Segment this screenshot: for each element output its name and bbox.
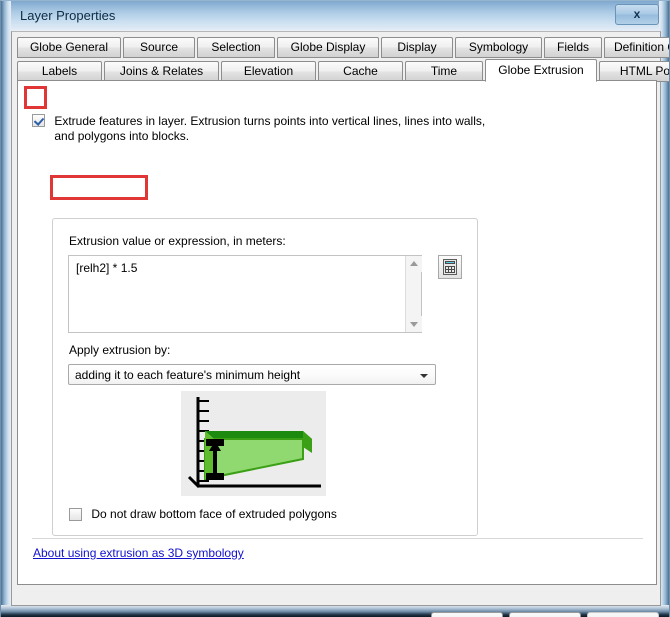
tab-definition-query[interactable]: Definition Query [604,37,669,58]
extrusion-value-label: Extrusion value or expression, in meters… [69,234,286,248]
tab-globe-display[interactable]: Globe Display [277,37,379,58]
no-bottom-face-row[interactable]: Do not draw bottom face of extruded poly… [69,507,337,522]
tab-globe-extrusion[interactable]: Globe Extrusion [485,59,597,82]
tab-symbology[interactable]: Symbology [455,37,542,58]
tab-fields[interactable]: Fields [544,37,602,58]
scroll-down-arrow-icon[interactable] [406,316,422,332]
dialog-client-area: Globe General Source Selection Globe Displa… [11,31,669,617]
cancel-button[interactable]: Cancel [509,612,581,617]
tab-joins-relates[interactable]: Joins & Relates [104,61,219,82]
extrusion-preview-illustration [181,391,326,496]
calculator-icon [443,259,457,275]
apply-extrusion-by-value: adding it to each feature's minimum heig… [75,368,301,382]
tab-source[interactable]: Source [123,37,195,58]
tab-display[interactable]: Display [381,37,453,58]
extrude-features-row[interactable]: Extrude features in layer. Extrusion tur… [32,114,632,144]
extrude-features-label: Extrude features in layer. Extrusion tur… [54,114,614,144]
ok-button[interactable]: OK [431,612,503,617]
tab-elevation[interactable]: Elevation [221,61,316,82]
extrusion-expression-value: [relh2] * 1.5 [76,261,138,275]
tab-page-globe-extrusion: Extrude features in layer. Extrusion tur… [17,80,657,585]
apply-extrusion-by-dropdown[interactable]: adding it to each feature's minimum heig… [68,364,436,385]
no-bottom-face-checkbox[interactable] [69,508,82,521]
window-frame-left [1,1,11,617]
tab-cache[interactable]: Cache [318,61,403,82]
tab-labels[interactable]: Labels [17,61,102,82]
no-bottom-face-label: Do not draw bottom face of extruded poly… [91,507,337,521]
tab-globe-general[interactable]: Globe General [17,37,121,58]
about-extrusion-help-link[interactable]: About using extrusion as 3D symbology [33,546,244,560]
chevron-down-icon [420,374,428,378]
tab-time[interactable]: Time [405,61,483,82]
extrude-features-checkbox[interactable] [32,114,45,127]
tab-row-1: Globe General Source Selection Globe Displa… [17,37,669,58]
tab-selection[interactable]: Selection [197,37,275,58]
extrusion-settings-group: Extrusion value or expression, in meters… [52,218,478,536]
calculator-button[interactable] [438,255,462,279]
tab-strip: Globe General Source Selection Globe Displa… [17,37,669,82]
dialog-window: Layer Properties x Globe General Source Se… [0,0,670,617]
expression-scrollbar[interactable] [405,256,422,332]
scroll-up-arrow-icon[interactable] [406,256,422,272]
close-icon[interactable]: x [615,4,659,25]
apply-extrusion-by-label: Apply extrusion by: [69,343,171,357]
section-divider [32,538,643,539]
preview-svg [181,391,326,496]
title-bar: Layer Properties x [1,1,669,31]
apply-button: Apply [587,612,659,617]
extrusion-expression-input[interactable]: [relh2] * 1.5 [68,255,422,333]
window-title: Layer Properties [20,8,116,23]
tab-html-popup[interactable]: HTML Popup [599,61,669,82]
tab-row-2: Labels Joins & Relates Elevation Cache Time G… [17,59,669,82]
extrude-label-line1: Extrude features in layer. Extrusion tur… [54,114,486,128]
extrude-label-line2: and polygons into blocks. [54,129,190,143]
